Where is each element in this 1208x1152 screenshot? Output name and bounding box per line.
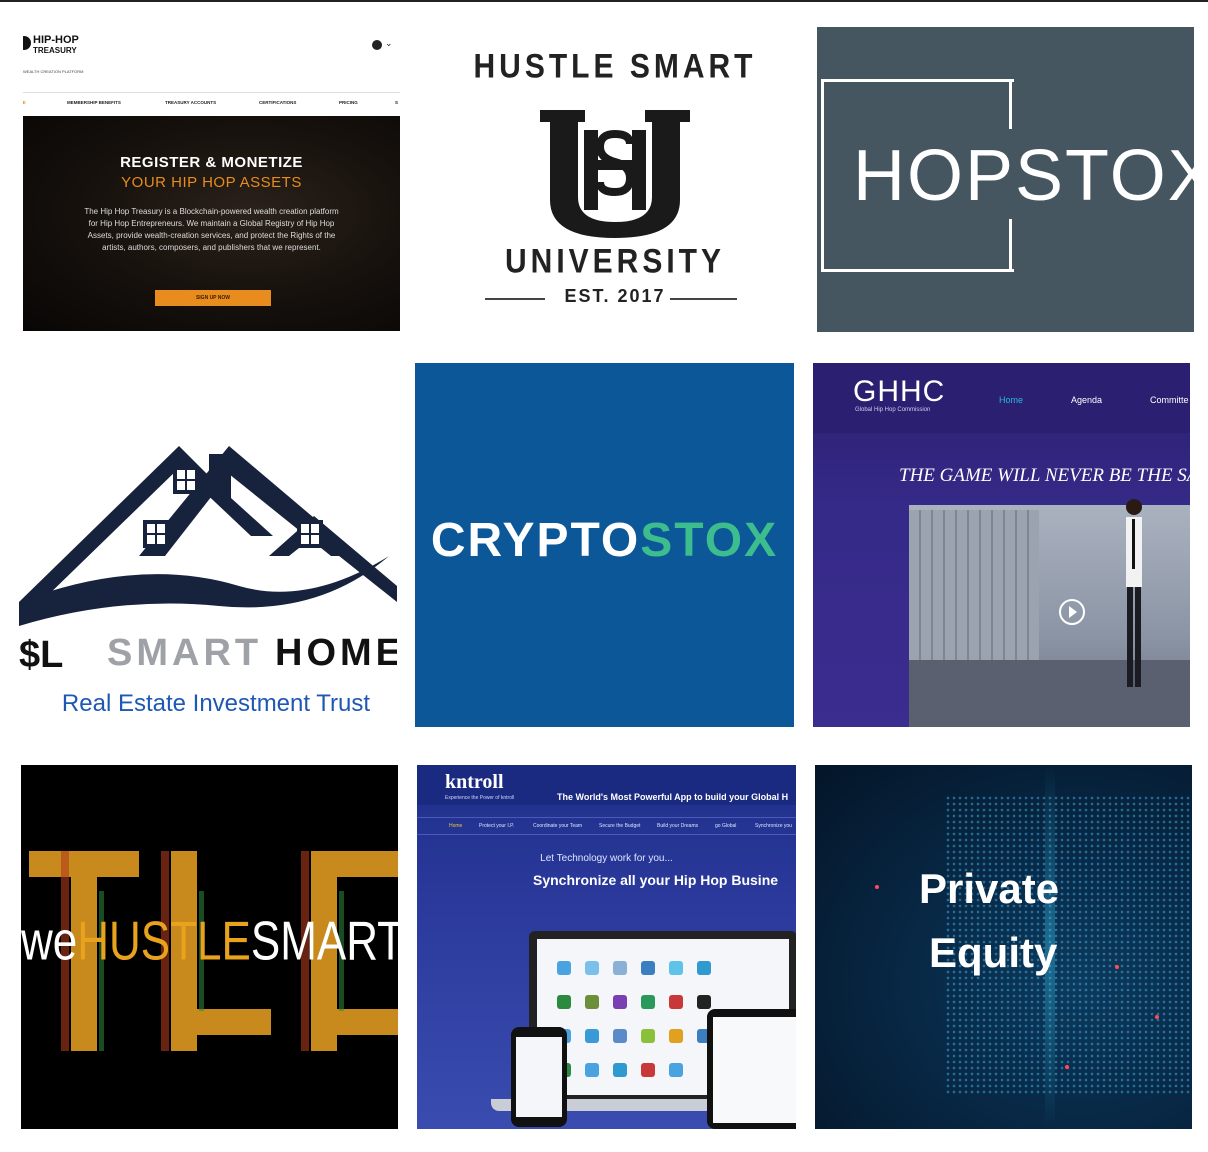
tile-smart-home[interactable]: $L SMART HOME Real Estate Investment Tru… — [19, 396, 397, 728]
app-icon — [697, 961, 711, 975]
kntroll-nav-global[interactable]: go Global — [715, 823, 736, 829]
treasury-headline: REGISTER & MONETIZE — [120, 154, 303, 171]
ghhc-brand[interactable]: GHHC — [853, 375, 945, 409]
top-divider — [0, 0, 1208, 2]
wehustlesmart-wordmark: weHUSTLESMART — [21, 911, 398, 974]
play-icon[interactable] — [1059, 599, 1085, 625]
house-roof-icon — [19, 446, 397, 626]
app-icon — [669, 995, 683, 1009]
app-icon — [613, 1029, 627, 1043]
kntroll-headline: Synchronize all your Hip Hop Busine — [533, 872, 779, 888]
app-icon — [641, 961, 655, 975]
ghhc-nav-home[interactable]: Home — [999, 395, 1023, 405]
hopstox-wordmark: HOPSTOX — [853, 136, 1194, 216]
hopstox-frame-bottom-right — [1009, 219, 1012, 269]
building-image — [909, 510, 1039, 660]
hsu-bottom-text: UNIVERSITY — [504, 242, 726, 281]
user-account-icon[interactable] — [372, 40, 382, 50]
private-equity-line1: Private — [919, 865, 1060, 912]
treasury-logo-line2: TREASURY — [33, 46, 77, 55]
man-figure-image — [1126, 499, 1142, 687]
tile-kntroll[interactable]: kntroll Experience the Power of kntroll … — [417, 765, 796, 1129]
app-icon — [585, 961, 599, 975]
wordmark-we: we — [21, 910, 78, 972]
treasury-nav-certifications[interactable]: CERTIFICATIONS — [259, 100, 296, 105]
kntroll-intro-line: Let Technology work for you... — [540, 853, 673, 864]
red-marker — [1065, 1065, 1069, 1069]
treasury-logo-line1: HIP-HOP — [33, 34, 79, 46]
treasury-nav-accounts[interactable]: TREASURY ACCOUNTS — [165, 100, 216, 105]
cryptostox-stox: STOX — [640, 514, 779, 567]
tile-private-equity[interactable]: Private Equity — [815, 765, 1192, 1129]
app-icon — [669, 961, 683, 975]
smart-home-home: HOME — [275, 632, 397, 674]
hsu-right-rule — [670, 298, 737, 300]
red-marker — [1155, 1015, 1159, 1019]
tile-wehustlesmart[interactable]: weHUSTLESMART — [21, 765, 398, 1129]
app-icon — [641, 995, 655, 1009]
treasury-nav-home[interactable]: ME — [23, 100, 26, 105]
app-icon — [585, 1029, 599, 1043]
hsu-established: EST. 2017 — [564, 286, 666, 306]
ghhc-nav-agenda[interactable]: Agenda — [1071, 395, 1102, 405]
reit-caption[interactable]: Real Estate Investment Trust — [19, 690, 397, 718]
private-equity-line2: Equity — [929, 929, 1058, 976]
ghhc-brand-subtitle: Global Hip Hop Commission — [855, 407, 931, 413]
app-icon — [613, 1063, 627, 1077]
app-icon — [669, 1029, 683, 1043]
tile-ghhc[interactable]: GHHC Global Hip Hop Commission Home Agen… — [813, 363, 1190, 727]
kntroll-logo-subtitle: Experience the Power of kntroll — [445, 795, 515, 801]
tile-cryptostox[interactable]: CRYPTOSTOX — [415, 363, 794, 727]
tablet-screen — [713, 1017, 796, 1123]
hsu-monogram-logo — [540, 110, 690, 238]
phone-screen — [516, 1037, 562, 1117]
ghhc-video[interactable] — [909, 499, 1190, 727]
kntroll-nav-sync[interactable]: Synchronize you — [755, 823, 792, 829]
app-icon — [613, 995, 627, 1009]
kntroll-nav-home[interactable]: Home — [449, 823, 462, 829]
kntroll-nav-budget[interactable]: Secure the Budget — [599, 823, 640, 829]
hsu-top-text: HUSTLE SMART — [473, 47, 757, 86]
kntroll-nav-dreams[interactable]: Build your Dreams — [657, 823, 698, 829]
app-icon — [557, 995, 571, 1009]
app-icon — [613, 961, 627, 975]
treasury-nav-membership[interactable]: MEMBERSHIP BENEFITS — [67, 100, 121, 105]
kntroll-logo[interactable]: kntroll — [445, 771, 504, 794]
app-icon — [585, 1063, 599, 1077]
app-icon — [697, 995, 711, 1009]
kntroll-nav-coordinate[interactable]: Coordinate your Team — [533, 823, 582, 829]
app-icon — [669, 1063, 683, 1077]
treasury-subheadline: YOUR HIP HOP ASSETS — [121, 174, 302, 191]
smart-home-smart: SMART — [107, 632, 263, 674]
tile-hiphop-treasury[interactable]: HIP-HOP TREASURY WEALTH CREATION PLATFOR… — [23, 28, 400, 331]
smart-home-sl-logo: $L — [19, 634, 64, 676]
tile-hopstox[interactable]: HOPSTOX — [817, 27, 1194, 332]
tile-hustle-smart-university[interactable]: HUSTLE SMART UNIVERSITY EST. 2017 — [470, 40, 760, 320]
hopstox-frame-top-right — [1009, 79, 1012, 129]
app-icon — [641, 1063, 655, 1077]
wordmark-hustle: HUSTLE — [77, 910, 251, 972]
kntroll-nav-protect[interactable]: Protect your I.P. — [479, 823, 514, 829]
treasury-tagline: WEALTH CREATION PLATFORM — [23, 69, 84, 74]
red-marker — [875, 885, 879, 889]
treasury-body-text: The Hip Hop Treasury is a Blockchain-pow… — [84, 207, 339, 252]
cryptostox-wordmark: CRYPTOSTOX — [415, 513, 794, 568]
treasury-nav-pricing[interactable]: PRICING — [339, 100, 358, 105]
kntroll-tagline: The World's Most Powerful App to build y… — [557, 792, 789, 802]
ghhc-motto: THE GAME WILL NEVER BE THE SA — [899, 465, 1190, 486]
chevron-down-icon[interactable]: ⌄ — [385, 38, 393, 49]
app-icon — [557, 961, 571, 975]
wordmark-smart: SMART — [250, 910, 398, 972]
app-icon — [641, 1029, 655, 1043]
treasury-nav-more[interactable]: S — [395, 100, 398, 105]
ghhc-nav-committee[interactable]: Committe — [1150, 395, 1189, 405]
app-icon — [585, 995, 599, 1009]
red-marker — [1115, 965, 1119, 969]
sign-up-button[interactable]: SIGN UP NOW — [155, 290, 271, 306]
cryptostox-crypto: CRYPTO — [430, 514, 641, 567]
